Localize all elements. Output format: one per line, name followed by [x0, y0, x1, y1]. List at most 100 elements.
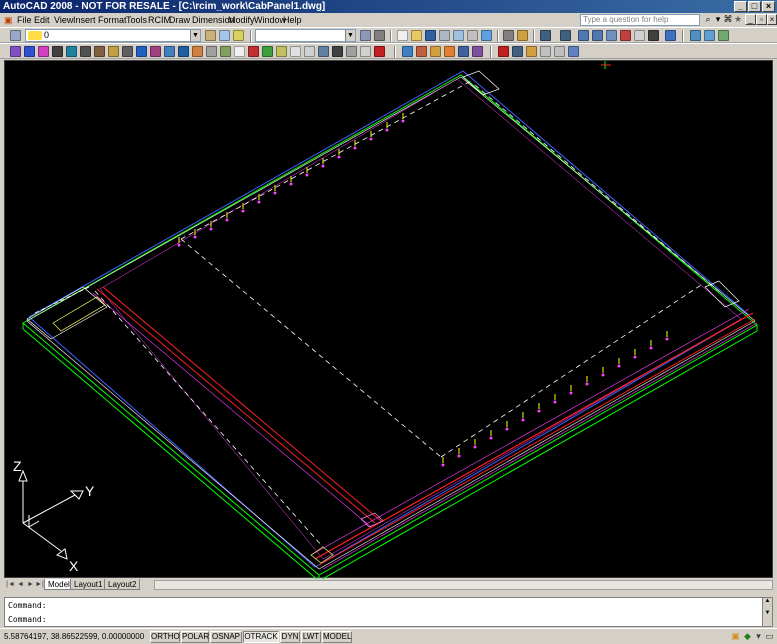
doc-close-button[interactable]: ×: [767, 14, 777, 25]
tab-layout1[interactable]: Layout1: [70, 579, 107, 590]
chevron-down-icon[interactable]: ▼: [190, 30, 200, 41]
view-tool-icon[interactable]: [444, 46, 455, 57]
rcim-tool-icon[interactable]: [80, 46, 91, 57]
layer-manager-icon[interactable]: [10, 30, 21, 41]
layer-dropdown[interactable]: 0 ▼: [25, 29, 201, 42]
rcim-tool-icon[interactable]: [332, 46, 343, 57]
menu-edit[interactable]: Edit: [34, 14, 50, 26]
view-tool-icon[interactable]: [416, 46, 427, 57]
communication-icon[interactable]: ◆: [742, 631, 753, 642]
plot-preview-icon[interactable]: [453, 30, 464, 41]
rcim-tool-icon[interactable]: [290, 46, 301, 57]
favorites-icon[interactable]: ★: [733, 14, 743, 25]
cut-icon[interactable]: [503, 30, 514, 41]
layer-previous-icon[interactable]: [219, 30, 230, 41]
menu-insert[interactable]: Insert: [73, 14, 96, 26]
communication-center-icon[interactable]: ⌘: [723, 14, 733, 25]
menu-modify[interactable]: Modify: [228, 14, 255, 26]
3d-dwf-icon[interactable]: [481, 30, 492, 41]
first-tab-button[interactable]: |◄: [6, 580, 15, 590]
rcim-tool-icon[interactable]: [276, 46, 287, 57]
zoom-realtime-icon[interactable]: [592, 30, 603, 41]
menu-format[interactable]: Format: [98, 14, 127, 26]
rcim-help-icon[interactable]: [374, 46, 385, 57]
help-search-input[interactable]: Type a question for help: [580, 14, 700, 26]
layer-state-icon[interactable]: [233, 30, 244, 41]
doc-minimize-button[interactable]: _: [745, 14, 756, 25]
menu-window[interactable]: Window: [254, 14, 286, 26]
ortho-toggle[interactable]: ORTHO: [150, 631, 180, 643]
maximize-button[interactable]: □: [748, 1, 761, 12]
command-prompt[interactable]: Command:: [8, 615, 47, 625]
rcim-tool-icon[interactable]: [136, 46, 147, 57]
new-file-icon[interactable]: [397, 30, 408, 41]
command-window[interactable]: Command: Command: ▲ ▼: [4, 597, 773, 627]
menu-view[interactable]: View: [54, 14, 73, 26]
rcim-tool-icon[interactable]: [122, 46, 133, 57]
next-tab-button[interactable]: ►: [26, 580, 35, 590]
zoom-window-icon[interactable]: [606, 30, 617, 41]
last-tab-button[interactable]: ►|: [35, 580, 44, 590]
rcim-tool-icon[interactable]: [108, 46, 119, 57]
polar-toggle[interactable]: POLAR: [181, 631, 209, 643]
match-properties-icon[interactable]: [360, 30, 371, 41]
coordinate-readout[interactable]: 5.58764197, 38.86522599, 0.00000000: [4, 631, 144, 642]
zoom-window-icon[interactable]: [526, 46, 537, 57]
drawing-canvas[interactable]: Z Y X: [4, 60, 773, 579]
menu-tools[interactable]: Tools: [126, 14, 147, 26]
rcim-tool-icon[interactable]: [220, 46, 231, 57]
close-button[interactable]: ×: [762, 1, 775, 12]
prev-tab-button[interactable]: ◄: [16, 580, 25, 590]
menu-file[interactable]: File: [17, 14, 32, 26]
rcim-tool-icon[interactable]: [206, 46, 217, 57]
view-tool-icon[interactable]: [458, 46, 469, 57]
rcim-tool-icon[interactable]: [262, 46, 273, 57]
menu-help[interactable]: Help: [283, 14, 302, 26]
open-file-icon[interactable]: [411, 30, 422, 41]
match-brush-icon[interactable]: [517, 30, 528, 41]
clean-screen-icon[interactable]: ▭: [764, 631, 775, 642]
tab-layout2[interactable]: Layout2: [104, 579, 141, 590]
menu-draw[interactable]: Draw: [169, 14, 190, 26]
plot-style-icon[interactable]: [374, 30, 385, 41]
zoom-in-icon[interactable]: [540, 46, 551, 57]
zoom-previous-icon[interactable]: [718, 30, 729, 41]
help-icon[interactable]: [665, 30, 676, 41]
zoom-extents-icon[interactable]: [568, 46, 579, 57]
redo-icon[interactable]: [560, 30, 571, 41]
status-menu-icon[interactable]: ▾: [753, 631, 764, 642]
calculator-icon[interactable]: [648, 30, 659, 41]
app-menu-icon[interactable]: ▣: [4, 14, 13, 26]
pan-icon[interactable]: [578, 30, 589, 41]
style-dropdown[interactable]: ▼: [255, 29, 356, 42]
view-tool-icon[interactable]: [472, 46, 483, 57]
view-tool-icon[interactable]: [430, 46, 441, 57]
search-help-icon[interactable]: ⌕: [703, 14, 713, 25]
properties-icon[interactable]: [620, 30, 631, 41]
rcim-tool-icon[interactable]: [248, 46, 259, 57]
rcim-tool-icon[interactable]: [38, 46, 49, 57]
horizontal-scrollbar[interactable]: [154, 580, 773, 590]
rcim-tool-icon[interactable]: [10, 46, 21, 57]
osnap-toggle[interactable]: OSNAP: [210, 631, 242, 643]
make-layer-current-icon[interactable]: [205, 30, 216, 41]
zoom-out-icon[interactable]: [554, 46, 565, 57]
rcim-tool-icon[interactable]: [66, 46, 77, 57]
save-icon[interactable]: [425, 30, 436, 41]
chevron-down-icon[interactable]: ▾: [713, 14, 723, 25]
design-center-icon[interactable]: [634, 30, 645, 41]
rcim-tool-icon[interactable]: [94, 46, 105, 57]
rcim-tool-icon[interactable]: [150, 46, 161, 57]
lwt-toggle[interactable]: LWT: [301, 631, 321, 643]
model-toggle[interactable]: MODEL: [322, 631, 352, 643]
pan-realtime-icon[interactable]: [704, 30, 715, 41]
rcim-tool-icon[interactable]: [178, 46, 189, 57]
otrack-toggle[interactable]: OTRACK: [243, 631, 279, 643]
command-scrollbar[interactable]: ▲ ▼: [762, 598, 772, 626]
zoom-icon[interactable]: [512, 46, 523, 57]
rcim-tool-icon[interactable]: [346, 46, 357, 57]
rcim-tool-icon[interactable]: [318, 46, 329, 57]
lock-icon[interactable]: ▣: [730, 631, 741, 642]
plot-icon[interactable]: [439, 30, 450, 41]
dyn-toggle[interactable]: DYN: [280, 631, 300, 643]
